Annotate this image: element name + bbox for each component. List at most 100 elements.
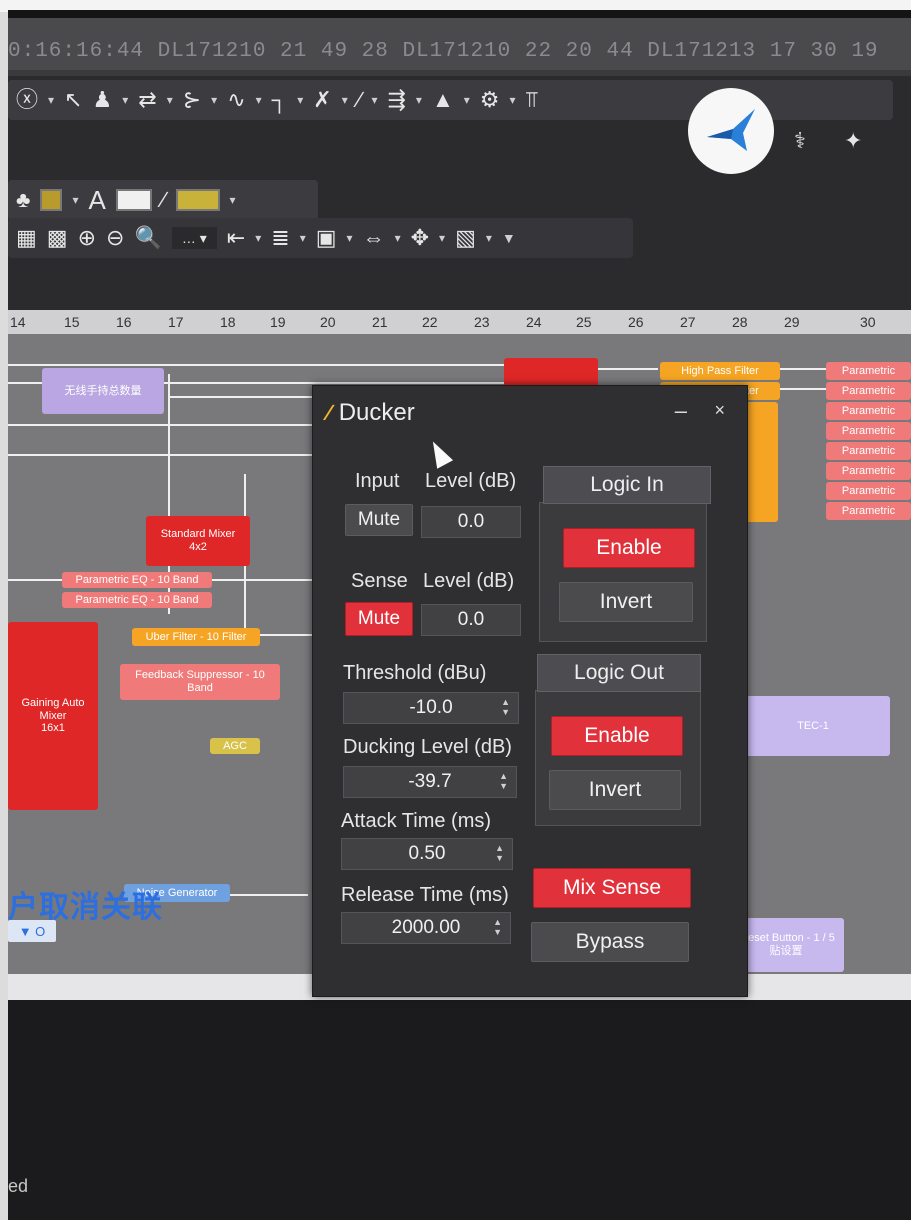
wireless-count-block[interactable]: 无线手持总数量 [42,368,164,414]
small-control[interactable]: ▼ O [8,920,56,942]
hpf-block-1[interactable]: High Pass Filter [660,362,780,380]
waveform-icon[interactable]: ∿ [227,89,245,111]
bypass-button[interactable]: Bypass [531,922,689,962]
dropdown-icon[interactable]: ▾ [297,93,303,107]
align-left-icon[interactable]: ⇤ [227,227,245,249]
dropdown-icon[interactable]: ▾ [122,93,128,107]
dropdown-icon[interactable]: ▾ [72,193,78,207]
input-mute-button[interactable]: Mute [345,504,413,536]
tec-block[interactable]: TEC-1 [736,696,890,756]
crosshair-icon[interactable]: ✦ [844,130,862,152]
router-icon[interactable]: ⇶ [387,89,405,111]
logic-out-invert-button[interactable]: Invert [549,770,681,810]
spinner-arrows-icon[interactable]: ▲ ▼ [499,771,508,791]
pointer-icon[interactable]: ↖ [64,89,82,111]
parametric-block[interactable]: Parametric [826,462,911,480]
dropdown-icon[interactable]: ▾ [371,93,377,107]
brush-icon[interactable]: ∕ [162,189,166,211]
release-time-spinbox[interactable]: 2000.00 ▲ ▼ [341,912,511,944]
dropdown-icon[interactable]: ▾ [416,93,422,107]
curve-icon[interactable]: ∕ [358,89,362,111]
attack-time-spinbox[interactable]: 0.50 ▲ ▼ [341,838,513,870]
dropdown-icon[interactable]: ▾ [230,193,236,207]
dropdown-icon[interactable]: ▾ [347,231,353,245]
ruler-tick: 18 [220,314,236,330]
text-tool-icon[interactable]: A [88,187,105,213]
feedback-suppressor-block[interactable]: Feedback Suppressor - 10 Band [120,664,280,700]
zoom-in-icon[interactable]: ⊕ [78,227,96,249]
antenna-icon[interactable]: ⫪ [526,89,538,111]
fill-color-swatch[interactable] [40,189,63,211]
input-level-field[interactable]: 0.0 [421,506,521,538]
sense-label: Sense [351,570,408,592]
agc-block[interactable]: AGC [210,738,260,754]
split-icon[interactable]: ⊱ [183,89,201,111]
peq-block-2[interactable]: Parametric EQ - 10 Band [62,592,212,608]
logic-in-enable-button[interactable]: Enable [563,528,695,568]
stethoscope-icon[interactable]: ⚕ [794,130,806,152]
logic-in-invert-button[interactable]: Invert [559,582,693,622]
parametric-block[interactable]: Parametric [826,402,911,420]
parametric-block[interactable]: Parametric [826,442,911,460]
crossover-icon[interactable]: ✗ [313,89,331,111]
center-icon[interactable]: ▣ [316,227,337,249]
parametric-block[interactable]: Parametric [826,422,911,440]
align-top-icon[interactable]: ≣ [271,227,289,249]
more-icon[interactable]: ▼ [502,230,516,246]
ruler-tick: 14 [10,314,26,330]
user-tool-icon[interactable]: ♟ [92,89,112,111]
parametric-block[interactable]: Parametric [826,502,911,520]
dropdown-icon[interactable]: ▾ [486,231,492,245]
dropdown-icon[interactable]: ▾ [395,231,401,245]
line-color-swatch[interactable] [175,189,220,211]
ruler-tick: 26 [628,314,644,330]
spinner-arrows-icon[interactable]: ▲ ▼ [493,917,502,937]
gear-icon[interactable]: ⚙ [480,89,500,111]
paint-bucket-icon[interactable]: ♣ [16,189,30,211]
ruler-tick: 27 [680,314,696,330]
dropdown-icon[interactable]: ▾ [48,93,54,107]
zoom-select[interactable]: … ▾ [171,227,217,249]
standard-mixer-block[interactable]: Standard Mixer 4x2 [146,516,250,566]
arrange-icon[interactable]: ▧ [455,227,476,249]
ducker-icon: ∕ [327,400,331,425]
move-icon[interactable]: ✥ [411,227,429,249]
parametric-block[interactable]: Parametric [826,382,911,400]
logic-out-enable-button[interactable]: Enable [551,716,683,756]
grid-snap-icon[interactable]: ▩ [47,227,68,249]
spinner-arrows-icon[interactable]: ▲ ▼ [495,843,504,863]
swap-icon[interactable]: ⇄ [138,89,156,111]
dropdown-icon[interactable]: ▾ [211,93,217,107]
grid-view-icon[interactable]: ▦ [16,227,37,249]
ruler-tick: 21 [372,314,388,330]
close-button[interactable]: × [714,400,725,421]
help-icon[interactable]: ⓧ [16,89,38,111]
parametric-block[interactable]: Parametric [826,482,911,500]
sense-level-field[interactable]: 0.0 [421,604,521,636]
dropdown-icon[interactable]: ▾ [256,93,262,107]
dropdown-icon[interactable]: ▾ [464,93,470,107]
dropdown-icon[interactable]: ▾ [342,93,348,107]
control-icon[interactable]: ▲ [432,89,454,111]
distribute-icon[interactable]: ⇔ [363,227,385,249]
spinner-arrows-icon[interactable]: ▲ ▼ [501,697,510,717]
sense-mute-button[interactable]: Mute [345,602,413,636]
dropdown-icon[interactable]: ▾ [300,231,306,245]
zoom-out-icon[interactable]: ⊖ [106,227,124,249]
ruler-tick: 23 [474,314,490,330]
uber-filter-block[interactable]: Uber Filter - 10 Filter [132,628,260,646]
parametric-block[interactable]: Parametric [826,362,911,380]
dropdown-icon[interactable]: ▾ [167,93,173,107]
minimize-button[interactable]: – [675,398,687,424]
zoom-icon[interactable]: 🔍 [134,227,161,249]
peq-block-1[interactable]: Parametric EQ - 10 Band [62,572,212,588]
gate-icon[interactable]: ┐ [272,89,288,111]
dropdown-icon[interactable]: ▾ [255,231,261,245]
auto-mixer-block[interactable]: Gaining Auto Mixer 16x1 [8,622,98,810]
threshold-spinbox[interactable]: -10.0 ▲ ▼ [343,692,519,724]
dropdown-icon[interactable]: ▾ [439,231,445,245]
ducking-level-spinbox[interactable]: -39.7 ▲ ▼ [343,766,517,798]
dropdown-icon[interactable]: ▾ [509,93,515,107]
mix-sense-button[interactable]: Mix Sense [533,868,691,908]
text-color-swatch[interactable] [115,189,152,211]
